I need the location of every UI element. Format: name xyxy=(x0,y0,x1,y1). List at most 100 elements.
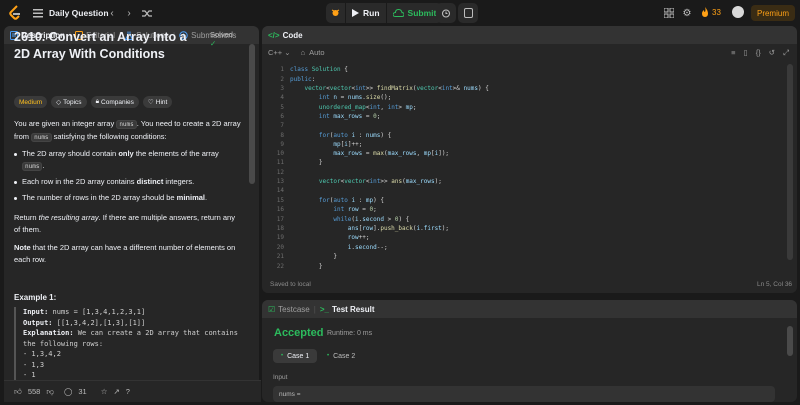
problem-list-icon[interactable] xyxy=(30,5,46,21)
line-number: 9 xyxy=(280,141,284,148)
reset-icon[interactable]: ↺ xyxy=(769,48,775,58)
bookmark-icon[interactable]: ▯ xyxy=(744,48,748,58)
problem-description: 2610. Convert an Array Into a 2D Array W… xyxy=(14,26,241,302)
tab-code[interactable]: </> Code xyxy=(268,31,303,40)
user-avatar[interactable] xyxy=(732,6,744,18)
companies-tag[interactable]: 🔒︎ Companies xyxy=(90,96,139,108)
editor-toolbar: C++ ⌄ ⌂ Auto ≡ ▯ {} ↺ ⤢ xyxy=(262,44,797,61)
line-number: 22 xyxy=(276,263,284,270)
condition-bullet-3: The number of rows in the 2D array shoul… xyxy=(14,192,232,204)
description-footer: 👍︎ 558 👎︎ ◯ 31 ☆ ↗ ? xyxy=(4,380,261,402)
alarm-clock-icon[interactable] xyxy=(436,3,456,23)
premium-button[interactable]: Premium xyxy=(751,5,795,21)
return-statement: Return the resulting array. If there are… xyxy=(14,213,235,234)
line-number: 11 xyxy=(276,159,284,166)
line-number: 5 xyxy=(280,104,284,111)
autocomplete-mode[interactable]: Auto xyxy=(309,48,324,57)
line-number: 3 xyxy=(280,85,284,92)
example-title: Example 1: xyxy=(14,293,57,302)
line-number: 4 xyxy=(280,94,284,101)
lock-icon: 🔒︎ xyxy=(95,98,100,105)
flame-icon xyxy=(702,7,708,17)
run-label: Run xyxy=(363,8,380,18)
result-tabs: ☑ Testcase | >_ Test Result xyxy=(262,300,797,318)
star-icon[interactable]: ☆ xyxy=(101,387,108,396)
hint-tag[interactable]: ♡ Hint xyxy=(142,96,173,108)
verdict-accepted: Accepted xyxy=(274,327,324,339)
line-number: 17 xyxy=(276,216,284,223)
streak-counter[interactable]: 33 xyxy=(701,7,721,17)
problem-tags: Medium ◇ Topics 🔒︎ Companies ♡ Hint xyxy=(14,96,173,108)
thumbs-down-icon[interactable]: 👎︎ xyxy=(46,387,54,397)
line-number: 12 xyxy=(276,169,284,176)
line-number: 19 xyxy=(276,234,284,241)
code-panel-header: </> Code xyxy=(262,26,797,44)
lightbulb-icon: ♡ xyxy=(147,99,154,106)
editor-scrollbar[interactable] xyxy=(787,64,793,260)
prev-problem-icon[interactable]: ‹ xyxy=(104,5,120,21)
help-icon[interactable]: ? xyxy=(126,387,130,396)
comment-icon[interactable]: ◯ xyxy=(64,387,72,396)
problem-title[interactable]: 2610. Convert an Array Into a 2D Array W… xyxy=(14,29,204,63)
debug-icon[interactable] xyxy=(326,3,345,23)
cloud-upload-icon xyxy=(392,9,404,17)
run-submit-bar: Run Submit xyxy=(326,3,443,23)
language-select[interactable]: C++ ⌄ xyxy=(268,48,291,57)
like-count: 558 xyxy=(27,387,41,396)
shuffle-icon[interactable] xyxy=(139,5,155,21)
check-circle-icon: ✓ xyxy=(210,39,217,48)
top-nav: Daily Question ‹ › Run Submit ⚙ 33 Premi… xyxy=(0,0,800,26)
run-button[interactable]: Run xyxy=(346,3,386,23)
case-2-tab[interactable]: • Case 2 xyxy=(319,349,363,363)
line-number: 8 xyxy=(280,132,284,139)
settings-gear-icon[interactable]: ⚙ xyxy=(679,5,695,21)
leetcode-logo[interactable] xyxy=(8,4,26,22)
checkbox-icon: ☑ xyxy=(268,304,276,314)
code-brackets-icon: </> xyxy=(268,30,280,40)
line-number: 15 xyxy=(276,197,284,204)
tab-test-result[interactable]: >_ Test Result xyxy=(320,305,375,314)
saved-status: Saved to local xyxy=(270,281,311,288)
case-1-tab[interactable]: • Case 1 xyxy=(273,349,318,363)
result-scrollbar[interactable] xyxy=(787,326,793,356)
braces-icon[interactable]: {} xyxy=(756,48,761,58)
format-icon[interactable]: ≡ xyxy=(731,48,735,58)
line-number: 6 xyxy=(280,113,284,120)
line-number: 16 xyxy=(276,206,284,213)
cursor-position: Ln 5, Col 36 xyxy=(757,281,793,288)
line-number: 18 xyxy=(276,225,284,232)
line-number: 21 xyxy=(276,253,284,260)
runtime-label: Runtime: 0 ms xyxy=(327,330,373,337)
example-block: Input: nums = [1,3,4,1,2,3,1] Output: [[… xyxy=(14,307,238,381)
problem-intro: You are given an integer array nums. You… xyxy=(14,119,241,142)
submit-label: Submit xyxy=(407,8,437,18)
input-label: Input xyxy=(273,374,288,381)
difficulty-badge: Medium xyxy=(14,96,48,108)
line-number: 2 xyxy=(280,76,284,83)
terminal-icon: >_ xyxy=(319,304,329,314)
notes-icon[interactable] xyxy=(458,3,478,23)
thumbs-up-icon[interactable]: 👍︎ xyxy=(14,387,22,397)
lock-icon: ⌂ xyxy=(300,48,306,57)
submit-button[interactable]: Submit xyxy=(387,3,443,23)
condition-bullet-2: Each row in the 2D array contains distin… xyxy=(14,176,232,188)
next-problem-icon[interactable]: › xyxy=(121,5,137,21)
solved-status: Solved ✓ xyxy=(210,30,233,48)
description-scrollbar[interactable] xyxy=(249,44,255,184)
layout-grid-icon[interactable] xyxy=(661,5,677,21)
line-number: 14 xyxy=(276,187,284,194)
line-number: 20 xyxy=(276,244,284,251)
comment-count: 31 xyxy=(78,387,87,396)
play-icon xyxy=(352,9,359,17)
fullscreen-icon[interactable]: ⤢ xyxy=(783,48,789,58)
tab-testcase[interactable]: ☑ Testcase xyxy=(268,305,310,314)
daily-question-title[interactable]: Daily Question xyxy=(49,8,109,18)
line-number: 13 xyxy=(276,178,284,185)
tag-icon: ◇ xyxy=(56,99,62,106)
input-value-box: nums = xyxy=(273,386,775,402)
condition-bullet-1: The 2D array should contain only the ele… xyxy=(14,148,232,173)
share-icon[interactable]: ↗ xyxy=(113,387,119,396)
streak-count: 33 xyxy=(712,7,721,17)
topics-tag[interactable]: ◇ Topics xyxy=(51,96,87,108)
line-number: 1 xyxy=(280,66,284,73)
